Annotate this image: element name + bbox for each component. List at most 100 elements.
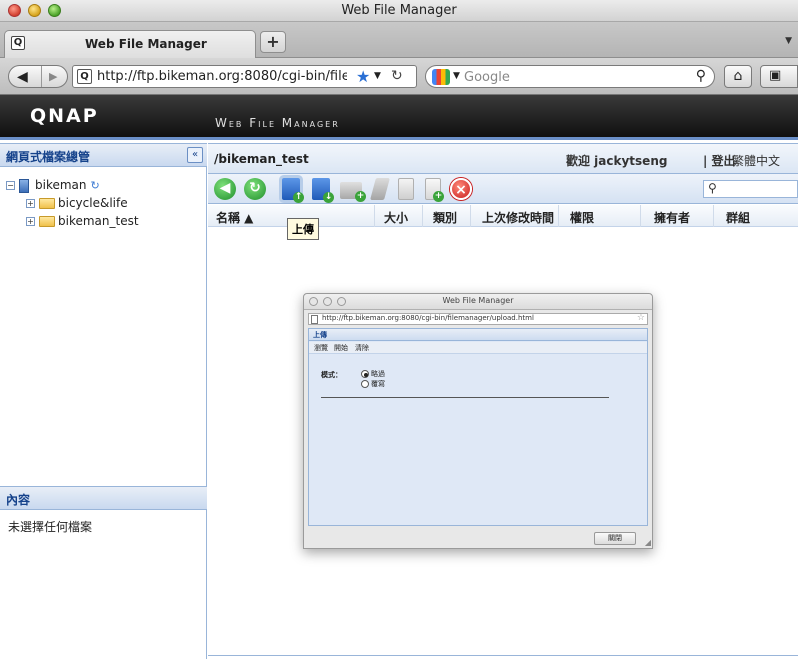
column-permission[interactable]: 權限	[570, 209, 594, 226]
google-engine-icon[interactable]	[432, 69, 450, 85]
properties-title: 內容	[6, 493, 31, 507]
move-icon[interactable]: +	[425, 178, 444, 202]
logout-link[interactable]: | 登出	[703, 152, 736, 169]
properties-text: 未選擇任何檔案	[8, 520, 93, 534]
back-forward-group: ◀ ▶	[8, 65, 68, 88]
radio-overwrite[interactable]: 覆寫	[361, 379, 385, 389]
bookmarks-icon: ▣	[769, 68, 782, 83]
sidebar-title: 網頁式檔案總管	[6, 150, 91, 164]
file-toolbar: ◀ ↻ ↑ ↓ + + × ⚲	[208, 174, 798, 204]
upload-popup-window: Web File Manager http://ftp.bikeman.org:…	[303, 293, 653, 549]
tree-label-folder[interactable]: bikeman_test	[58, 214, 139, 228]
column-size[interactable]: 大小	[384, 209, 408, 226]
home-button[interactable]: ⌂	[724, 65, 752, 88]
folder-icon	[39, 216, 55, 227]
tab-list-chevron-icon[interactable]: ▼	[785, 36, 792, 46]
bookmarks-button[interactable]: ▣	[760, 65, 798, 88]
mode-label: 模式：	[321, 371, 342, 379]
download-icon[interactable]: ↓	[312, 178, 334, 203]
home-icon: ⌂	[733, 68, 743, 84]
refresh-icon[interactable]: ↻	[91, 179, 100, 192]
server-icon	[19, 178, 29, 193]
folder-icon	[39, 198, 55, 209]
radio-checked-icon[interactable]	[361, 370, 369, 378]
popup-titlebar: Web File Manager	[304, 294, 652, 310]
column-group[interactable]: 群組	[726, 209, 750, 226]
tab-bar: Q Web File Manager + ▼	[0, 22, 798, 58]
browse-button[interactable]: 瀏覽	[314, 343, 328, 353]
close-button[interactable]: 關閉	[594, 532, 636, 545]
column-owner[interactable]: 擁有者	[654, 209, 690, 226]
tree-label-folder[interactable]: bicycle&life	[58, 196, 128, 210]
copy-icon[interactable]	[398, 178, 414, 200]
app-subtitle: Web File Manager	[215, 116, 340, 130]
reload-icon[interactable]: ↻	[391, 68, 403, 84]
properties-header: 內容	[0, 486, 207, 510]
current-path: /bikeman_test	[214, 152, 309, 166]
radio-skip[interactable]: 略過	[361, 369, 385, 379]
rename-icon[interactable]	[370, 178, 390, 200]
expand-toggle-icon[interactable]: +	[26, 199, 35, 208]
tree-label-root[interactable]: bikeman	[35, 178, 87, 192]
bookmark-star-icon[interactable]: ★	[356, 67, 370, 86]
search-icon: ⚲	[708, 181, 717, 195]
collapse-sidebar-button[interactable]: «	[187, 147, 203, 163]
delete-icon[interactable]: ×	[450, 178, 472, 200]
upload-panel: 上傳 瀏覽 開始 清除 模式： 略過 覆寫	[308, 328, 648, 526]
language-selector[interactable]: 繁體中文	[732, 152, 780, 169]
forward-arrow-icon[interactable]: ▶	[49, 70, 57, 83]
upload-panel-title: 上傳	[313, 331, 327, 339]
collapse-toggle-icon[interactable]: −	[6, 181, 15, 190]
url-text[interactable]: http://ftp.bikeman.org:8080/cgi-bin/file…	[97, 69, 347, 84]
properties-panel: 內容 未選擇任何檔案	[0, 486, 207, 659]
radio-overwrite-label: 覆寫	[371, 380, 385, 388]
welcome-text: 歡迎 jackytseng	[566, 154, 668, 168]
upload-icon[interactable]: ↑	[282, 178, 304, 203]
main-footer	[208, 655, 798, 659]
tree-node-root[interactable]: − bikeman ↻	[6, 178, 100, 196]
file-search-input[interactable]: ⚲	[703, 180, 798, 198]
navigation-bar: ◀ ▶ Q http://ftp.bikeman.org:8080/cgi-bi…	[0, 58, 798, 95]
column-type[interactable]: 類別	[433, 209, 457, 226]
divider	[321, 397, 609, 398]
search-placeholder: Google	[464, 70, 510, 85]
expand-toggle-icon[interactable]: +	[26, 217, 35, 226]
start-button[interactable]: 開始	[334, 343, 348, 353]
bookmark-star-icon[interactable]: ☆	[637, 313, 645, 323]
page-icon	[311, 315, 318, 324]
tab-label: Web File Manager	[85, 37, 207, 51]
upload-menu: 瀏覽 開始 清除	[309, 342, 647, 354]
site-favicon-icon: Q	[11, 36, 25, 50]
engine-dropdown-icon[interactable]: ▼	[453, 71, 460, 81]
tree-node-folder[interactable]: + bikeman_test	[26, 214, 139, 232]
app-header: QNAP Web File Manager	[0, 95, 798, 140]
resize-grip-icon[interactable]: ◢	[645, 538, 651, 547]
site-identity-icon[interactable]: Q	[77, 69, 92, 84]
sidebar-header: 網頁式檔案總管 «	[0, 143, 207, 167]
tree-node-folder[interactable]: + bicycle&life	[26, 196, 128, 214]
popup-title: Web File Manager	[442, 296, 514, 305]
url-history-dropdown-icon[interactable]: ▼	[374, 71, 381, 81]
popup-url-text[interactable]: http://ftp.bikeman.org:8080/cgi-bin/file…	[322, 314, 534, 322]
back-icon[interactable]: ◀	[214, 178, 236, 200]
main-header: /bikeman_test 歡迎 jackytseng | 登出 繁體中文	[208, 143, 798, 174]
search-icon[interactable]: ⚲	[696, 68, 706, 84]
browser-tab[interactable]: Q Web File Manager	[4, 30, 256, 58]
back-arrow-icon[interactable]: ◀	[17, 69, 28, 85]
search-bar[interactable]: ▼ Google ⚲	[425, 65, 715, 88]
new-folder-icon[interactable]: +	[340, 182, 366, 202]
clear-button[interactable]: 清除	[355, 343, 369, 353]
radio-skip-label: 略過	[371, 370, 385, 378]
upload-tooltip: 上傳	[287, 218, 319, 240]
url-bar[interactable]: Q http://ftp.bikeman.org:8080/cgi-bin/fi…	[72, 65, 417, 88]
browser-titlebar: Web File Manager	[0, 0, 798, 22]
qnap-logo: QNAP	[30, 105, 99, 127]
refresh-icon[interactable]: ↻	[244, 178, 266, 200]
column-name[interactable]: 名稱 ▲	[216, 209, 253, 226]
window-title: Web File Manager	[341, 3, 457, 18]
popup-url-bar[interactable]: http://ftp.bikeman.org:8080/cgi-bin/file…	[308, 313, 648, 325]
upload-panel-header: 上傳	[309, 329, 647, 341]
column-modified[interactable]: 上次修改時間	[482, 209, 554, 226]
new-tab-button[interactable]: +	[260, 31, 286, 53]
radio-unchecked-icon[interactable]	[361, 380, 369, 388]
